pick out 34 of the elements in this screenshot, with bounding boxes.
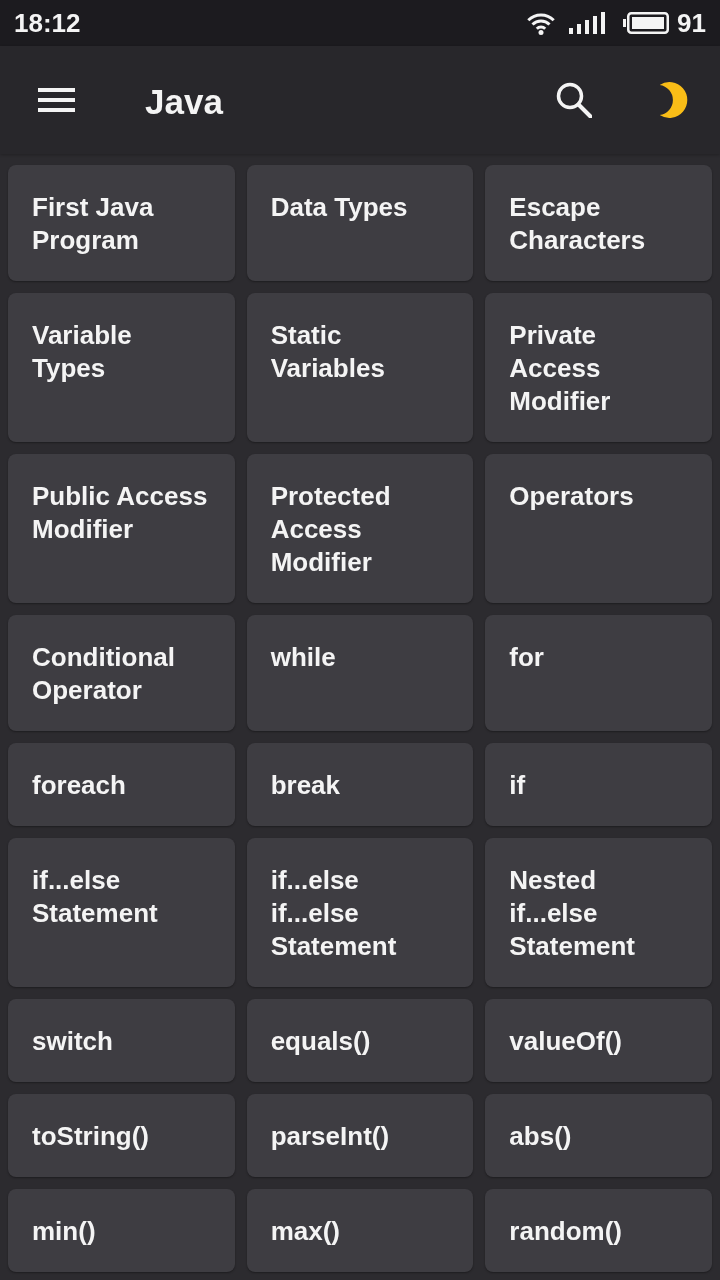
signal-icon [569,12,608,34]
search-icon[interactable] [556,82,592,118]
topic-card[interactable]: Conditional Operator [8,615,235,731]
topic-card[interactable]: foreach [8,743,235,826]
topic-card[interactable]: max() [246,1189,474,1272]
topic-card[interactable]: break [246,743,474,826]
topic-card[interactable]: Escape Characters [485,165,712,281]
topic-card[interactable]: if [485,743,712,826]
status-time: 18:12 [14,8,81,38]
topic-card[interactable]: if...else Statement [8,838,235,987]
topic-card[interactable]: if...else if...else Statement [246,838,474,987]
topic-card[interactable]: random() [485,1189,712,1272]
app-title: Java [145,82,225,122]
topic-card[interactable]: Static Variables [246,293,474,442]
topic-card[interactable]: First Java Program [8,165,235,281]
topic-card[interactable]: Protected Access Modifier [246,454,474,603]
topic-card[interactable]: Operators [485,454,712,603]
topic-card[interactable]: min() [8,1189,235,1272]
menu-icon[interactable] [38,88,75,112]
topic-card[interactable]: equals() [246,999,474,1082]
battery-icon [623,12,670,34]
topic-card[interactable]: toString() [8,1094,235,1177]
topic-card[interactable]: Nested if...else Statement [485,838,712,987]
topic-card[interactable]: parseInt() [246,1094,474,1177]
battery-percentage: 91 [677,8,706,38]
topic-card[interactable]: Public Access Modifier [8,454,235,603]
topic-card[interactable]: switch [8,999,235,1082]
topic-card[interactable]: abs() [485,1094,712,1177]
topic-card[interactable]: Data Types [246,165,474,281]
topic-card[interactable]: while [246,615,474,731]
topic-card[interactable]: Variable Types [8,293,235,442]
topic-card[interactable]: for [485,615,712,731]
topic-card[interactable]: valueOf() [485,999,712,1082]
topic-card[interactable]: Private Access Modifier [485,293,712,442]
